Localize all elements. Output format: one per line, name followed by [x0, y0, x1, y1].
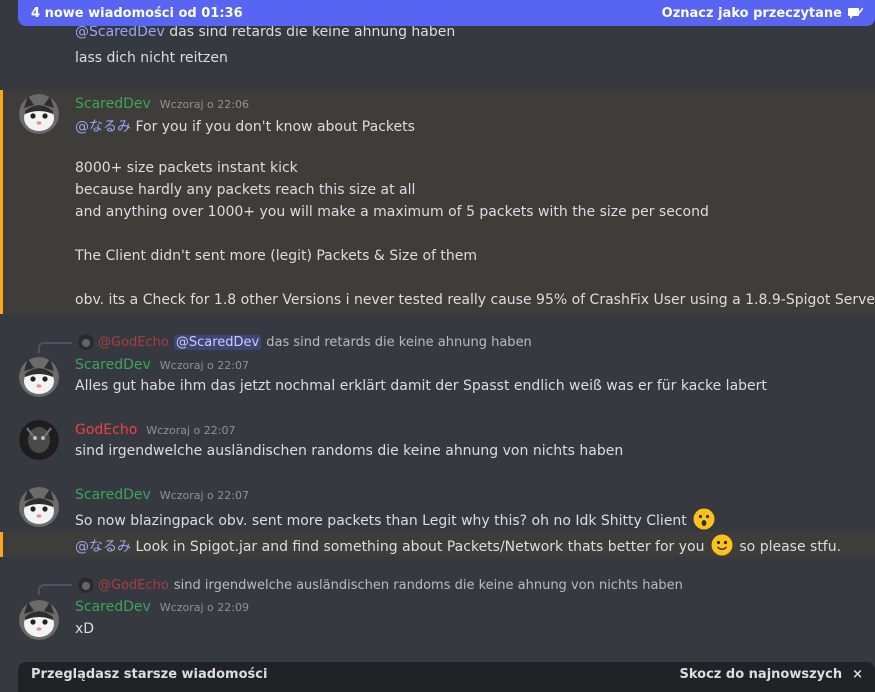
- message-header: GodEcho Wczoraj o 22:07: [75, 422, 235, 438]
- username[interactable]: ScaredDev: [75, 599, 151, 615]
- avatar-scareddev[interactable]: [19, 600, 59, 640]
- message-line: Alles gut habe ihm das jetzt nochmal erk…: [75, 378, 767, 394]
- message: ScaredDev Wczoraj o 22:07 So now blazing…: [0, 485, 875, 530]
- message-line: The Client didn't sent more (legit) Pack…: [75, 248, 478, 264]
- reply-text: das sind retards die keine ahnung haben: [266, 334, 532, 350]
- reply-username[interactable]: @GodEcho: [98, 335, 169, 350]
- mark-as-read-label: Oznacz jako przeczytane: [661, 5, 842, 21]
- message-line: obv. its a Check for 1.8 other Versions …: [75, 292, 875, 308]
- hushed-face-emoji-icon: [693, 508, 715, 530]
- jump-label: Skocz do najnowszych: [679, 667, 843, 682]
- avatar-scareddev[interactable]: [19, 357, 59, 397]
- username[interactable]: ScaredDev: [75, 357, 151, 373]
- username[interactable]: GodEcho: [75, 422, 137, 438]
- timestamp: Wczoraj o 22:07: [159, 489, 249, 502]
- message-reply: @GodEcho sind irgendwelche ausländischen…: [0, 574, 875, 644]
- avatar-scareddev[interactable]: [19, 487, 59, 527]
- reply-avatar: [78, 334, 94, 350]
- message-reply: @GodEcho @ScaredDev das sind retards die…: [0, 330, 875, 402]
- timestamp: Wczoraj o 22:07: [146, 424, 236, 437]
- message-line: xD: [75, 621, 95, 637]
- user-mention[interactable]: @ScaredDev: [75, 24, 165, 40]
- reply-preview[interactable]: @GodEcho sind irgendwelche ausländischen…: [78, 575, 683, 595]
- reply-username[interactable]: @GodEcho: [98, 578, 169, 593]
- message-line: So now blazingpack obv. sent more packet…: [75, 508, 717, 530]
- reply-avatar: [78, 577, 94, 593]
- message-header: ScaredDev Wczoraj o 22:09: [75, 599, 249, 615]
- username[interactable]: ScaredDev: [75, 487, 151, 503]
- timestamp: Wczoraj o 22:07: [159, 359, 249, 372]
- reply-spine: [38, 584, 72, 595]
- avatar-godecho[interactable]: [19, 420, 59, 460]
- user-mention[interactable]: @なるみ: [75, 119, 131, 135]
- message-header: ScaredDev Wczoraj o 22:07: [75, 357, 249, 373]
- message-line: 8000+ size packets instant kick: [75, 160, 298, 176]
- message-header: ScaredDev Wczoraj o 22:07: [75, 487, 249, 503]
- new-messages-banner[interactable]: 4 nowe wiadomości od 01:36 Oznacz jako p…: [18, 0, 875, 26]
- message-line: @なるみ Look in Spigot.jar and find somethi…: [75, 534, 841, 556]
- slight-smile-emoji-icon: [711, 534, 733, 556]
- mark-as-read-button[interactable]: Oznacz jako przeczytane: [662, 6, 863, 21]
- message-line: because hardly any packets reach this si…: [75, 182, 416, 198]
- timestamp: Wczoraj o 22:06: [159, 98, 249, 111]
- message-line: and anything over 1000+ you will make a …: [75, 204, 709, 220]
- message-highlighted: ScaredDev Wczoraj o 22:06 @なるみ For you i…: [0, 90, 875, 314]
- jump-to-present-button[interactable]: Skocz do najnowszych ×: [680, 667, 863, 692]
- message-line: sind irgendwelche ausländischen randoms …: [75, 443, 624, 459]
- older-messages-text: Przeglądasz starsze wiadomości: [31, 667, 268, 682]
- message-line: @なるみ For you if you don't know about Pac…: [75, 119, 415, 135]
- reply-text: sind irgendwelche ausländischen randoms …: [173, 577, 683, 593]
- reply-preview[interactable]: @GodEcho @ScaredDev das sind retards die…: [78, 332, 532, 352]
- message: GodEcho Wczoraj o 22:07 sind irgendwelch…: [0, 420, 875, 470]
- username[interactable]: ScaredDev: [75, 96, 151, 112]
- new-messages-text: 4 nowe wiadomości od 01:36: [31, 5, 243, 21]
- avatar-scareddev[interactable]: [19, 94, 59, 134]
- close-icon[interactable]: ×: [852, 667, 863, 692]
- older-messages-bar: Przeglądasz starsze wiadomości Skocz do …: [18, 662, 875, 692]
- message-line: lass dich nicht reitzen: [75, 50, 228, 66]
- user-mention[interactable]: @なるみ: [75, 539, 131, 555]
- message-line: @ScaredDev das sind retards die keine ah…: [75, 24, 456, 40]
- message-highlighted-followup: @なるみ Look in Spigot.jar and find somethi…: [0, 532, 875, 557]
- reply-spine: [38, 342, 72, 353]
- reply-mention[interactable]: @ScaredDev: [173, 334, 262, 350]
- message-header: ScaredDev Wczoraj o 22:06: [75, 96, 249, 112]
- mark-read-icon: [848, 7, 863, 19]
- timestamp: Wczoraj o 22:09: [159, 601, 249, 614]
